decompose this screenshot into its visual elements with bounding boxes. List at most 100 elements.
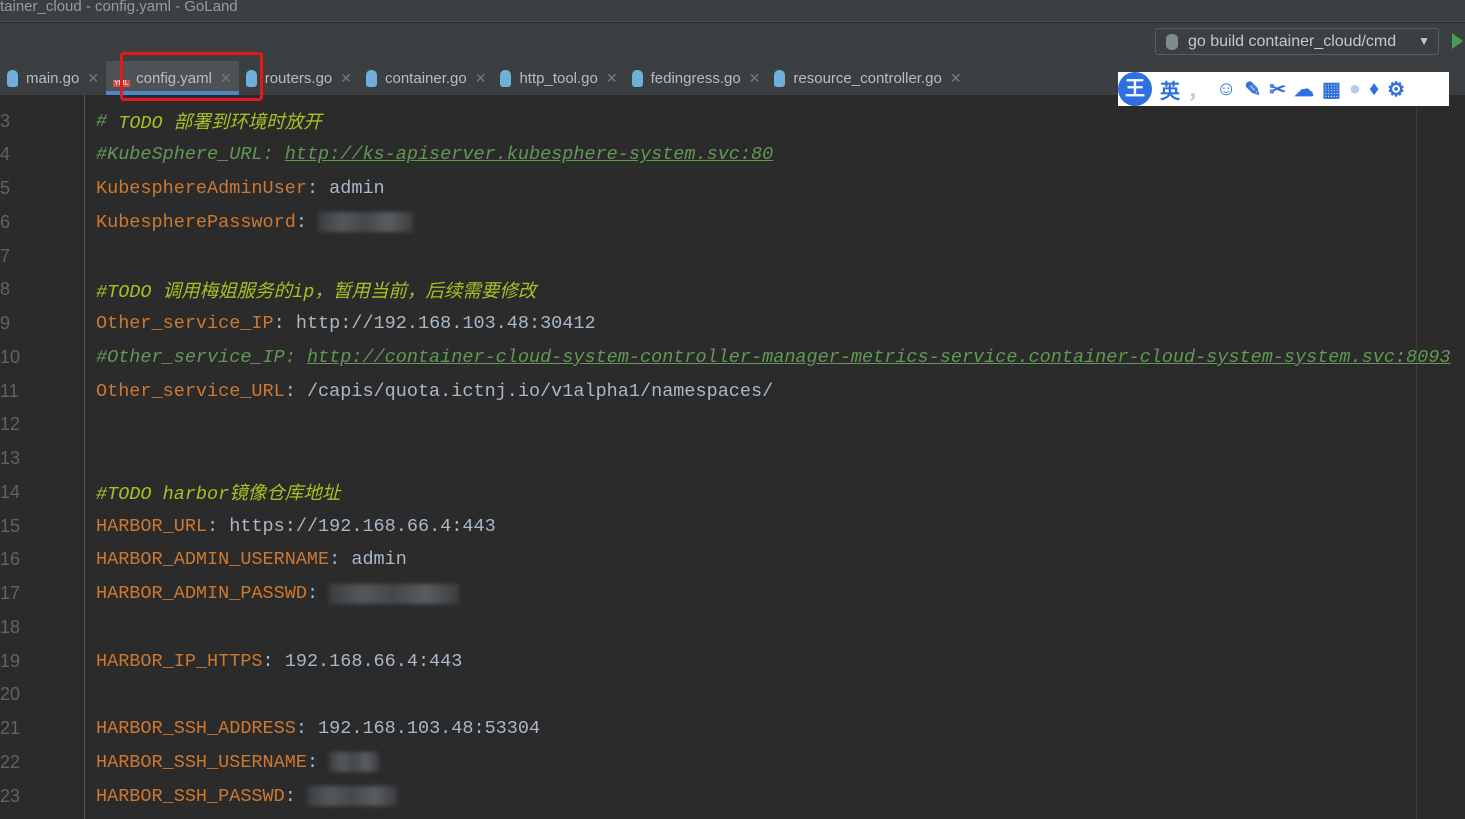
code-line: 13 <box>0 442 96 476</box>
tab-label: main.go <box>26 69 80 87</box>
yaml-value: : admin <box>329 549 407 571</box>
code-line: 9 Other_service_IP: http://192.168.103.48… <box>0 307 596 341</box>
close-icon[interactable]: ✕ <box>340 70 352 87</box>
gopher-icon <box>366 69 377 87</box>
code-editor[interactable]: 3 # TODO 部署到环境时放开 4 #KubeSphere_URL: http:/… <box>0 95 1465 819</box>
tab-label: http_tool.go <box>519 69 598 87</box>
line-number: 10 <box>0 346 21 367</box>
line-number: 14 <box>0 481 21 502</box>
yaml-key: KubespherePassword <box>96 211 296 233</box>
yaml-value: : https://192.168.66.4:443 <box>207 515 496 537</box>
code-line: 15 HARBOR_URL: https://192.168.66.4:443 <box>0 509 496 543</box>
yaml-key: HARBOR_URL <box>96 515 208 537</box>
comment: #TODO 调用梅姐服务的ip，暂用当前，后续需要修改 <box>96 281 537 303</box>
comment: #Other_service_IP: <box>96 346 307 368</box>
close-icon[interactable]: ✕ <box>950 70 962 87</box>
run-configuration-dropdown[interactable]: go build container_cloud/cmd ▼ <box>1155 28 1439 55</box>
yaml-key: HARBOR_ADMIN_USERNAME <box>96 549 330 571</box>
emoji-icon[interactable]: ☺ <box>1216 78 1236 101</box>
line-number: 16 <box>0 549 21 570</box>
comment: # <box>96 110 119 132</box>
line-number: 9 <box>0 313 11 333</box>
user-icon[interactable]: ● <box>1349 78 1361 101</box>
yaml-value: : <box>306 583 330 604</box>
code-line: 4 #KubeSphere_URL: http://ks-apiserver.ku… <box>0 138 773 172</box>
ime-mode-toggle[interactable]: 英 <box>1160 75 1180 104</box>
redacted-value <box>329 752 380 773</box>
gopher-icon <box>631 69 643 87</box>
redacted-value <box>329 583 460 604</box>
code-line: 22 HARBOR_SSH_USERNAME: <box>0 745 380 779</box>
line-number: 19 <box>0 650 21 671</box>
yaml-key: Other_service_URL <box>96 380 285 402</box>
gopher-icon <box>500 69 512 87</box>
chevron-down-icon: ▼ <box>1418 34 1430 48</box>
comment: #TODO harbor镜像仓库地址 <box>96 484 341 506</box>
ime-toolbar: 王 英 ， ☺ ✎ ✂ ☁ ▦ ● ♦ ⚙ <box>1118 72 1449 106</box>
line-number: 6 <box>0 211 11 232</box>
pen-icon[interactable]: ✎ <box>1244 77 1261 102</box>
comment: #KubeSphere_URL: <box>96 144 285 166</box>
tab-label: routers.go <box>264 69 333 87</box>
line-number: 4 <box>0 144 11 165</box>
ime-punct-toggle[interactable]: ， <box>1188 75 1208 104</box>
code-line: 19 HARBOR_IP_HTTPS: 192.168.66.4:443 <box>0 644 462 678</box>
highlight-annotation <box>120 52 263 101</box>
close-icon[interactable]: ✕ <box>475 70 487 87</box>
line-number: 7 <box>0 245 11 266</box>
line-number: 17 <box>0 583 21 603</box>
ime-logo[interactable]: 王 <box>1118 72 1152 106</box>
code-line: 6 KubespherePassword: <box>0 205 414 239</box>
tab-label: resource_controller.go <box>793 69 942 87</box>
redacted-value <box>318 212 414 233</box>
gear-icon[interactable]: ⚙ <box>1387 77 1405 102</box>
keyboard-icon[interactable]: ▦ <box>1322 77 1341 102</box>
run-icon[interactable] <box>1452 33 1463 49</box>
yaml-value: : admin <box>306 178 385 199</box>
yaml-key: HARBOR_IP_HTTPS <box>96 650 263 672</box>
code-line: 14 #TODO harbor镜像仓库地址 <box>0 475 340 509</box>
yaml-key: KubesphereAdminUser <box>96 178 307 199</box>
yaml-key: HARBOR_SSH_ADDRESS <box>96 718 296 739</box>
gopher-icon <box>774 69 786 87</box>
yaml-key: HARBOR_SSH_USERNAME <box>96 751 307 773</box>
yaml-key: HARBOR_ADMIN_PASSWD <box>96 583 307 604</box>
code-line: 20 <box>0 678 96 712</box>
close-icon[interactable]: ✕ <box>749 70 761 87</box>
line-number: 3 <box>0 110 11 131</box>
code-line: 18 <box>0 610 96 644</box>
skin-icon[interactable]: ♦ <box>1369 78 1379 101</box>
code-line: 21 HARBOR_SSH_ADDRESS: 192.168.103.48:533… <box>0 712 540 746</box>
code-line: 7 <box>0 239 96 273</box>
url-link[interactable]: http://ks-apiserver.kubesphere-system.sv… <box>285 144 773 165</box>
tab-container-go[interactable]: container.go ✕ <box>359 61 493 95</box>
tab-fedingress-go[interactable]: fedingress.go ✕ <box>625 61 768 95</box>
line-number: 18 <box>0 616 21 637</box>
line-number: 11 <box>0 380 19 401</box>
line-number: 21 <box>0 718 21 738</box>
code-line: 23 HARBOR_SSH_PASSWD: <box>0 779 397 813</box>
yaml-value: : http://192.168.103.48:30412 <box>273 313 596 334</box>
yaml-key: Other_service_IP <box>96 313 274 334</box>
close-icon[interactable]: ✕ <box>87 70 99 87</box>
run-config-label: go build container_cloud/cmd <box>1188 33 1397 50</box>
tab-http-tool-go[interactable]: http_tool.go ✕ <box>493 61 624 95</box>
url-link[interactable]: http://container-cloud-system-controller… <box>307 347 1451 368</box>
yaml-value: : 192.168.66.4:443 <box>262 650 463 672</box>
tab-main-go[interactable]: main.go ✕ <box>0 61 106 95</box>
tab-label: container.go <box>385 69 467 87</box>
line-number: 20 <box>0 684 21 705</box>
scissors-icon[interactable]: ✂ <box>1269 77 1286 102</box>
line-number: 8 <box>0 279 11 300</box>
window-title: tainer_cloud - config.yaml - GoLand <box>0 0 1465 22</box>
yaml-value: : <box>284 785 307 807</box>
comment: TODO 部署到环境时放开 <box>118 113 322 134</box>
cloud-icon[interactable]: ☁ <box>1294 77 1314 102</box>
gopher-icon <box>1166 34 1178 50</box>
yaml-value: : 192.168.103.48:53304 <box>295 718 541 739</box>
yaml-value: : <box>306 751 330 773</box>
close-icon[interactable]: ✕ <box>606 70 618 87</box>
line-number: 5 <box>0 178 11 198</box>
yaml-value: : <box>295 211 319 233</box>
tab-resource-controller-go[interactable]: resource_controller.go ✕ <box>767 61 968 95</box>
